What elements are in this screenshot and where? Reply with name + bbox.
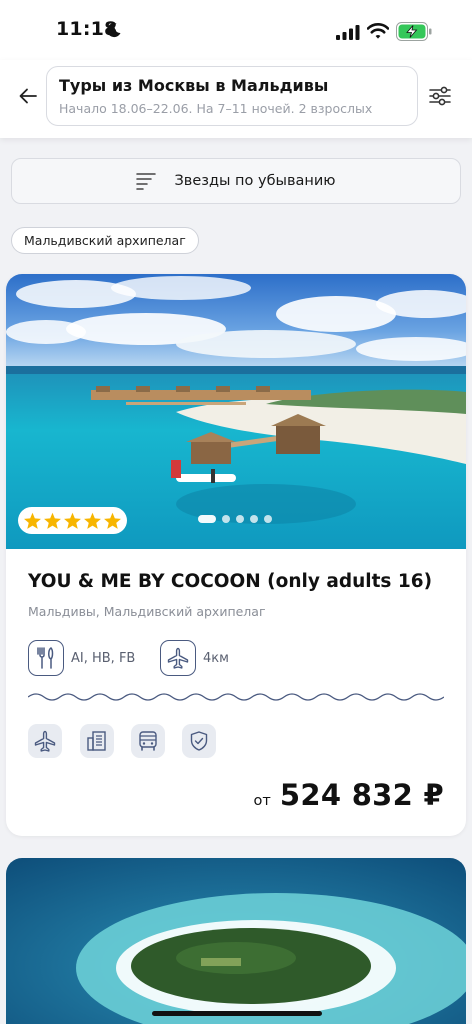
gallery-dot[interactable] — [198, 515, 216, 523]
search-subtitle: Начало 18.06–22.06. На 7–11 ночей. 2 взр… — [59, 101, 373, 116]
search-title: Туры из Москвы в Мальдивы — [59, 76, 329, 95]
search-summary-field[interactable]: Туры из Москвы в Мальдивы Начало 18.06–2… — [46, 66, 418, 126]
battery-charging-icon — [396, 22, 432, 41]
moon-icon — [107, 23, 121, 38]
shield-icon — [190, 731, 208, 751]
service-insurance — [182, 724, 216, 758]
service-flight — [28, 724, 62, 758]
airplane-icon — [160, 640, 196, 676]
cutlery-icon — [28, 640, 64, 676]
star-icon — [24, 512, 41, 529]
back-button[interactable] — [14, 82, 42, 110]
status-bar: 11:18 — [0, 0, 472, 60]
star-icon — [104, 512, 121, 529]
arrow-left-icon — [19, 88, 37, 104]
price-value: 524 832 ₽ — [279, 778, 444, 812]
gallery-dot[interactable] — [264, 515, 272, 523]
star-icon — [44, 512, 61, 529]
region-filter-chip[interactable]: Мальдивский архипелаг — [11, 227, 199, 254]
hotel-card[interactable]: YOU & ME BY COCOON (only adults 16) Маль… — [6, 274, 466, 836]
home-indicator[interactable] — [152, 1011, 322, 1016]
hotel-building-icon — [87, 731, 106, 751]
price-prefix: от — [253, 793, 271, 809]
wave-divider — [28, 693, 444, 701]
meal-feature: AI, HB, FB — [28, 640, 135, 676]
stars-badge — [18, 507, 127, 534]
gallery-dot[interactable] — [236, 515, 244, 523]
gallery-pagination[interactable] — [198, 515, 272, 523]
filters-icon[interactable] — [428, 84, 452, 108]
bus-icon — [139, 731, 157, 751]
next-hotel-card[interactable] — [6, 858, 466, 1024]
wifi-icon — [367, 23, 389, 39]
chip-label: Мальдивский архипелаг — [24, 233, 186, 248]
gallery-dot[interactable] — [222, 515, 230, 523]
header: Туры из Москвы в Мальдивы Начало 18.06–2… — [0, 60, 472, 138]
meal-text: AI, HB, FB — [71, 650, 136, 666]
cellular-signal-icon — [336, 25, 360, 40]
service-transfer — [131, 724, 165, 758]
sort-icon — [136, 173, 157, 190]
star-icon — [64, 512, 81, 529]
price-row[interactable]: от 524 832 ₽ — [254, 778, 444, 812]
hotel-name[interactable]: YOU & ME BY COCOON (only adults 16) — [28, 571, 432, 592]
hotel-photo[interactable] — [6, 858, 466, 1024]
airplane-icon — [34, 730, 56, 752]
sort-button[interactable]: Звезды по убыванию — [11, 158, 461, 204]
hotel-location: Мальдивы, Мальдивский архипелаг — [28, 604, 266, 619]
airport-distance-text: 4км — [203, 650, 229, 666]
gallery-dot[interactable] — [250, 515, 258, 523]
sort-label: Звезды по убыванию — [174, 173, 336, 189]
star-icon — [84, 512, 101, 529]
airport-distance-feature: 4км — [160, 640, 229, 676]
service-hotel — [80, 724, 114, 758]
